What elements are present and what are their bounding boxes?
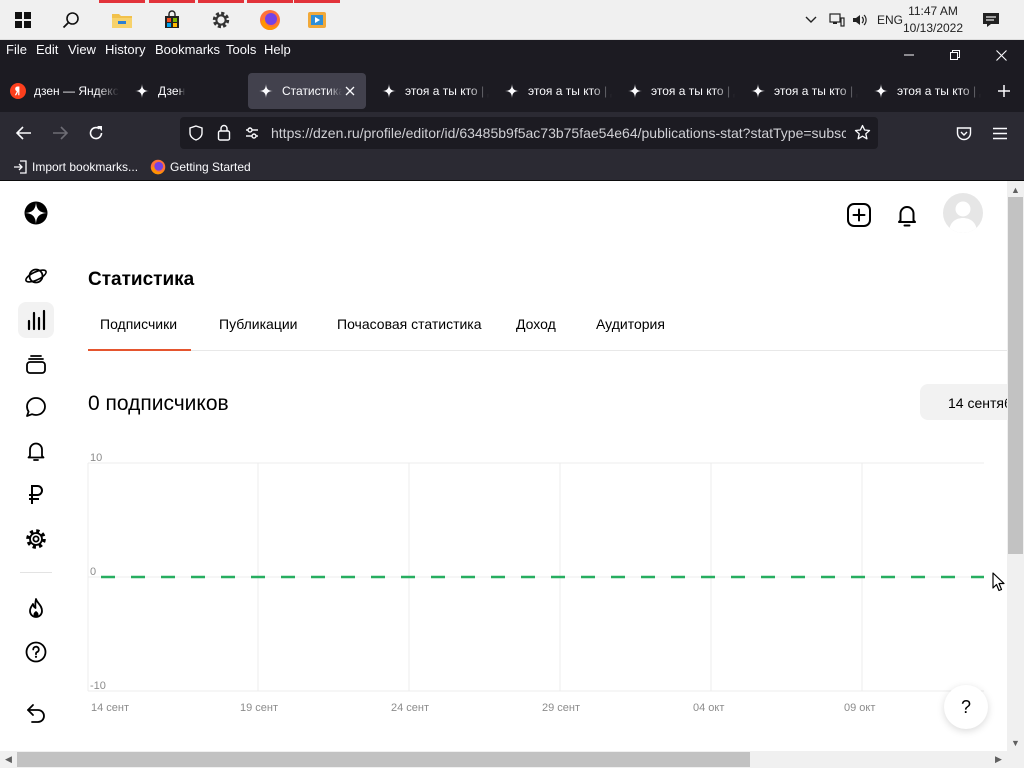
menu-tools[interactable]: Tools (226, 42, 256, 57)
notifications-icon[interactable] (967, 0, 1015, 40)
reload-icon[interactable] (80, 117, 112, 149)
forward-icon[interactable] (44, 117, 76, 149)
tab-title: этоя а ты кто | Дзен (651, 84, 735, 98)
x-tick-label: 09 окт (844, 702, 875, 714)
browser-tab[interactable]: этоя а ты кто | Дзен (371, 73, 489, 109)
pocket-icon[interactable] (948, 117, 980, 149)
help-button[interactable]: ? (944, 685, 988, 729)
vertical-scroll-thumb[interactable] (1008, 197, 1023, 554)
permissions-icon[interactable] (244, 125, 260, 144)
dzen-icon (134, 83, 150, 99)
clock-time: 11:47 AM (908, 4, 958, 18)
page-content: Статистика Подписчики Публикации Почасов… (0, 181, 1007, 751)
back-icon[interactable] (8, 117, 40, 149)
close-tab-icon[interactable] (342, 83, 358, 99)
dzen-icon (504, 83, 520, 99)
y-tick-label: 0 (90, 566, 96, 578)
settings-icon[interactable] (198, 0, 244, 40)
dzen-icon (627, 83, 643, 99)
bookmark-getting-started[interactable]: Getting Started (150, 159, 251, 175)
menu-edit[interactable]: Edit (36, 42, 58, 57)
browser-tab-active[interactable]: Статистика | Дзен (248, 73, 366, 109)
firefox-icon[interactable] (247, 0, 293, 40)
browser-tab[interactable]: этоя а ты кто | Дзен (617, 73, 735, 109)
x-tick-label: 19 сент (240, 702, 278, 714)
restore-icon[interactable] (932, 40, 978, 70)
browser-tab[interactable]: дзен — Яндекс (0, 73, 121, 109)
y-tick-label: 10 (90, 452, 102, 464)
browser-tab[interactable]: этоя а ты кто | Дзен (494, 73, 612, 109)
windows-start-icon[interactable] (0, 0, 46, 40)
dzen-icon (750, 83, 766, 99)
browser-tab[interactable]: этоя а ты кто | Дзен (740, 73, 858, 109)
tab-title: этоя а ты кто | Дзен (897, 84, 981, 98)
scroll-left-arrow-icon[interactable]: ◀ (0, 751, 17, 768)
scroll-right-arrow-icon[interactable]: ▶ (990, 751, 1007, 768)
horizontal-scroll-thumb[interactable] (17, 752, 750, 767)
browser-tab[interactable]: этоя а ты кто | Дзен (863, 73, 981, 109)
url-text[interactable]: https://dzen.ru/profile/editor/id/63485b… (271, 125, 846, 141)
hamburger-menu-icon[interactable] (984, 117, 1016, 149)
lock-icon[interactable] (217, 124, 231, 144)
import-icon (12, 159, 28, 175)
menu-help[interactable]: Help (264, 42, 291, 57)
chart-x-ticks: 14 сент 19 сент 24 сент 29 сент 04 окт 09 окт (91, 702, 875, 714)
tab-title: этоя а ты кто | Дзен (528, 84, 612, 98)
clock[interactable]: 11:47 AM 10/13/2022 (898, 3, 968, 37)
menu-bar: File Edit View History Bookmarks Tools H… (0, 40, 1024, 70)
tab-bar: дзен — Яндекс Дзен Статистика | Дзен это… (0, 70, 1024, 112)
scroll-down-arrow-icon[interactable]: ▼ (1007, 734, 1024, 751)
firefox-icon (150, 159, 166, 175)
x-tick-label: 29 сент (542, 702, 580, 714)
network-icon[interactable] (825, 13, 849, 27)
yandex-icon (10, 83, 26, 99)
x-tick-label: 14 сент (91, 702, 129, 714)
new-tab-icon[interactable] (988, 73, 1020, 109)
browser-tab[interactable]: Дзен (124, 73, 245, 109)
menu-bookmarks[interactable]: Bookmarks (155, 42, 220, 57)
url-bar[interactable]: https://dzen.ru/profile/editor/id/63485b… (180, 117, 878, 149)
store-icon[interactable] (149, 0, 195, 40)
bookmark-star-icon[interactable] (854, 124, 871, 144)
system-tray: ENG (803, 0, 903, 40)
subscribers-chart: 10 0 -10 14 сент 19 сент 24 сент 29 сент 04 ок… (87, 452, 984, 714)
chart-y-ticks: 10 0 -10 (90, 452, 106, 692)
chevron-up-icon[interactable] (803, 16, 819, 24)
windows-taskbar: ENG 11:47 AM 10/13/2022 (0, 0, 1024, 40)
dzen-icon (873, 83, 889, 99)
dzen-icon (258, 83, 274, 99)
tab-title: дзен — Яндекс (34, 84, 119, 98)
dzen-icon (381, 83, 397, 99)
minimize-icon[interactable] (886, 40, 932, 70)
scroll-up-arrow-icon[interactable]: ▲ (1007, 181, 1024, 198)
menu-history[interactable]: History (105, 42, 145, 57)
tab-title: этоя а ты кто | Дзен (774, 84, 858, 98)
menu-view[interactable]: View (68, 42, 96, 57)
mouse-cursor-icon (992, 572, 1006, 597)
tab-title: Дзен (158, 84, 186, 98)
bookmark-label: Getting Started (170, 160, 251, 174)
bookmark-import[interactable]: Import bookmarks... (12, 159, 138, 175)
bookmarks-toolbar: Import bookmarks... Getting Started (0, 154, 1024, 181)
shield-icon[interactable] (188, 125, 204, 144)
media-player-icon[interactable] (294, 0, 340, 40)
clock-date: 10/13/2022 (902, 21, 964, 35)
volume-icon[interactable] (849, 13, 871, 27)
menu-file[interactable]: File (6, 42, 27, 57)
bookmark-label: Import bookmarks... (32, 160, 139, 174)
y-tick-label: -10 (90, 680, 106, 692)
close-window-icon[interactable] (978, 40, 1024, 70)
file-explorer-icon[interactable] (99, 0, 145, 40)
tab-title: этоя а ты кто | Дзен (405, 84, 489, 98)
search-icon[interactable] (48, 0, 94, 40)
x-tick-label: 24 сент (391, 702, 429, 714)
x-tick-label: 04 окт (693, 702, 724, 714)
tab-title: Статистика | Дзен (282, 84, 342, 98)
navigation-toolbar: https://dzen.ru/profile/editor/id/63485b… (0, 112, 1024, 154)
